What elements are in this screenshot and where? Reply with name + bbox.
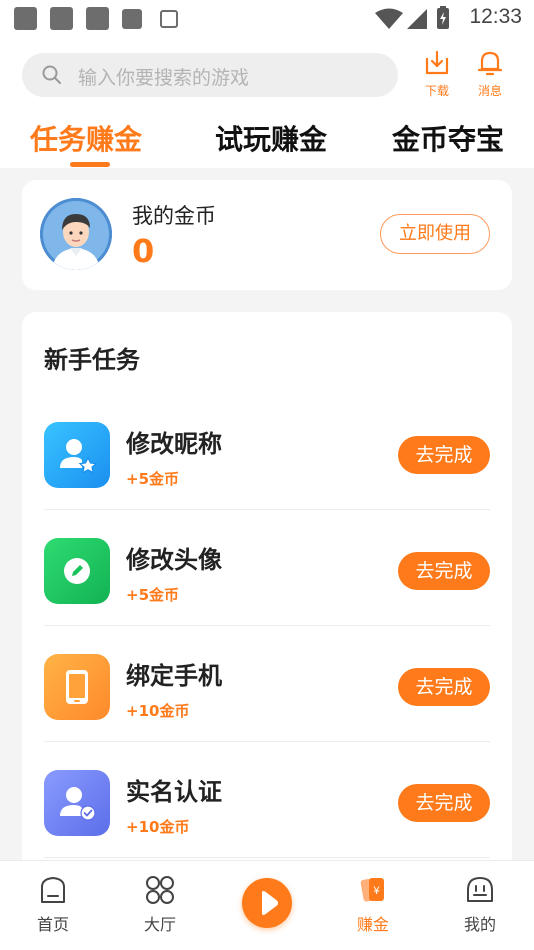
- complete-button[interactable]: 去完成: [398, 436, 490, 474]
- active-tab-indicator: [70, 162, 110, 167]
- notification-icon: [160, 10, 178, 28]
- nav-lobby[interactable]: 大厅: [125, 875, 195, 935]
- task-item-nickname: 修改昵称 +5金币 去完成: [44, 394, 490, 510]
- user-star-icon: [44, 422, 110, 488]
- avatar[interactable]: [40, 198, 112, 270]
- task-reward: +5金币: [126, 586, 180, 604]
- task-item-avatar: 修改头像 +5金币 去完成: [44, 510, 490, 626]
- nav-lobby-label: 大厅: [143, 915, 176, 934]
- avatar-image: [40, 198, 112, 270]
- task-reward: +10金币: [126, 702, 190, 720]
- notification-icon: [14, 7, 37, 30]
- divider: [44, 857, 490, 858]
- signal-icon: [407, 9, 427, 29]
- user-check-icon: [44, 770, 110, 836]
- bell-icon: [477, 51, 503, 76]
- status-time: 12:33: [469, 5, 522, 28]
- notification-icon: [86, 7, 109, 30]
- play-button[interactable]: [242, 878, 292, 928]
- status-bar: 12:33: [0, 0, 534, 38]
- earn-icon: ¥: [360, 878, 384, 902]
- task-reward: +10金币: [126, 818, 190, 836]
- nav-profile[interactable]: 我的: [445, 875, 515, 935]
- nav-profile-label: 我的: [463, 915, 496, 934]
- message-label: 消息: [477, 84, 502, 98]
- newbie-tasks-card: 新手任务 修改昵称 +5金币 去完成 修改头像 +5金币 去完成 绑定手机 +1…: [22, 312, 512, 912]
- complete-button[interactable]: 去完成: [398, 784, 490, 822]
- play-icon: [262, 891, 278, 915]
- download-icon: [425, 50, 449, 75]
- coin-label: 我的金币: [132, 204, 216, 228]
- task-reward: +5金币: [126, 470, 180, 488]
- task-name: 修改昵称: [126, 430, 222, 458]
- phone-icon: [44, 654, 110, 720]
- message-button[interactable]: 消息: [467, 50, 513, 100]
- use-now-button[interactable]: 立即使用: [380, 214, 490, 254]
- svg-text:¥: ¥: [372, 885, 380, 897]
- nav-home[interactable]: 首页: [18, 875, 88, 935]
- my-coins-card: 我的金币 0 立即使用: [22, 180, 512, 290]
- tab-coin-treasure[interactable]: 金币夺宝: [392, 118, 504, 158]
- task-name: 绑定手机: [126, 662, 222, 690]
- coin-balance: 0: [132, 232, 155, 270]
- home-icon: [41, 877, 65, 903]
- complete-button[interactable]: 去完成: [398, 668, 490, 706]
- grid-icon: [146, 876, 174, 904]
- search-icon: [42, 65, 61, 84]
- battery-icon: [437, 6, 449, 29]
- wifi-icon: [375, 8, 403, 29]
- tab-trial-earn[interactable]: 试玩赚金: [215, 118, 327, 158]
- header: 输入你要搜索的游戏 下载 消息 任务赚金 试玩赚金 金币夺宝: [0, 38, 534, 168]
- task-item-bind-phone: 绑定手机 +10金币 去完成: [44, 626, 490, 742]
- complete-button[interactable]: 去完成: [398, 552, 490, 590]
- nav-earn-label: 赚金: [356, 915, 389, 934]
- task-name: 修改头像: [126, 546, 222, 574]
- task-name: 实名认证: [126, 778, 222, 806]
- notification-icon: [122, 9, 142, 29]
- download-label: 下载: [424, 84, 449, 98]
- profile-icon: [467, 877, 493, 902]
- search-placeholder: 输入你要搜索的游戏: [78, 67, 250, 89]
- notification-icon: [50, 7, 73, 30]
- nav-earn[interactable]: ¥ 赚金: [338, 875, 408, 935]
- bottom-nav: 首页 大厅 ¥ 赚金 我的: [0, 860, 534, 950]
- download-button[interactable]: 下载: [414, 50, 460, 100]
- pencil-icon: [44, 538, 110, 604]
- tab-task-earn[interactable]: 任务赚金: [30, 118, 142, 158]
- search-input[interactable]: 输入你要搜索的游戏: [22, 53, 398, 97]
- section-title: 新手任务: [44, 346, 140, 374]
- nav-home-label: 首页: [36, 915, 69, 934]
- task-item-real-name: 实名认证 +10金币 去完成: [44, 742, 490, 858]
